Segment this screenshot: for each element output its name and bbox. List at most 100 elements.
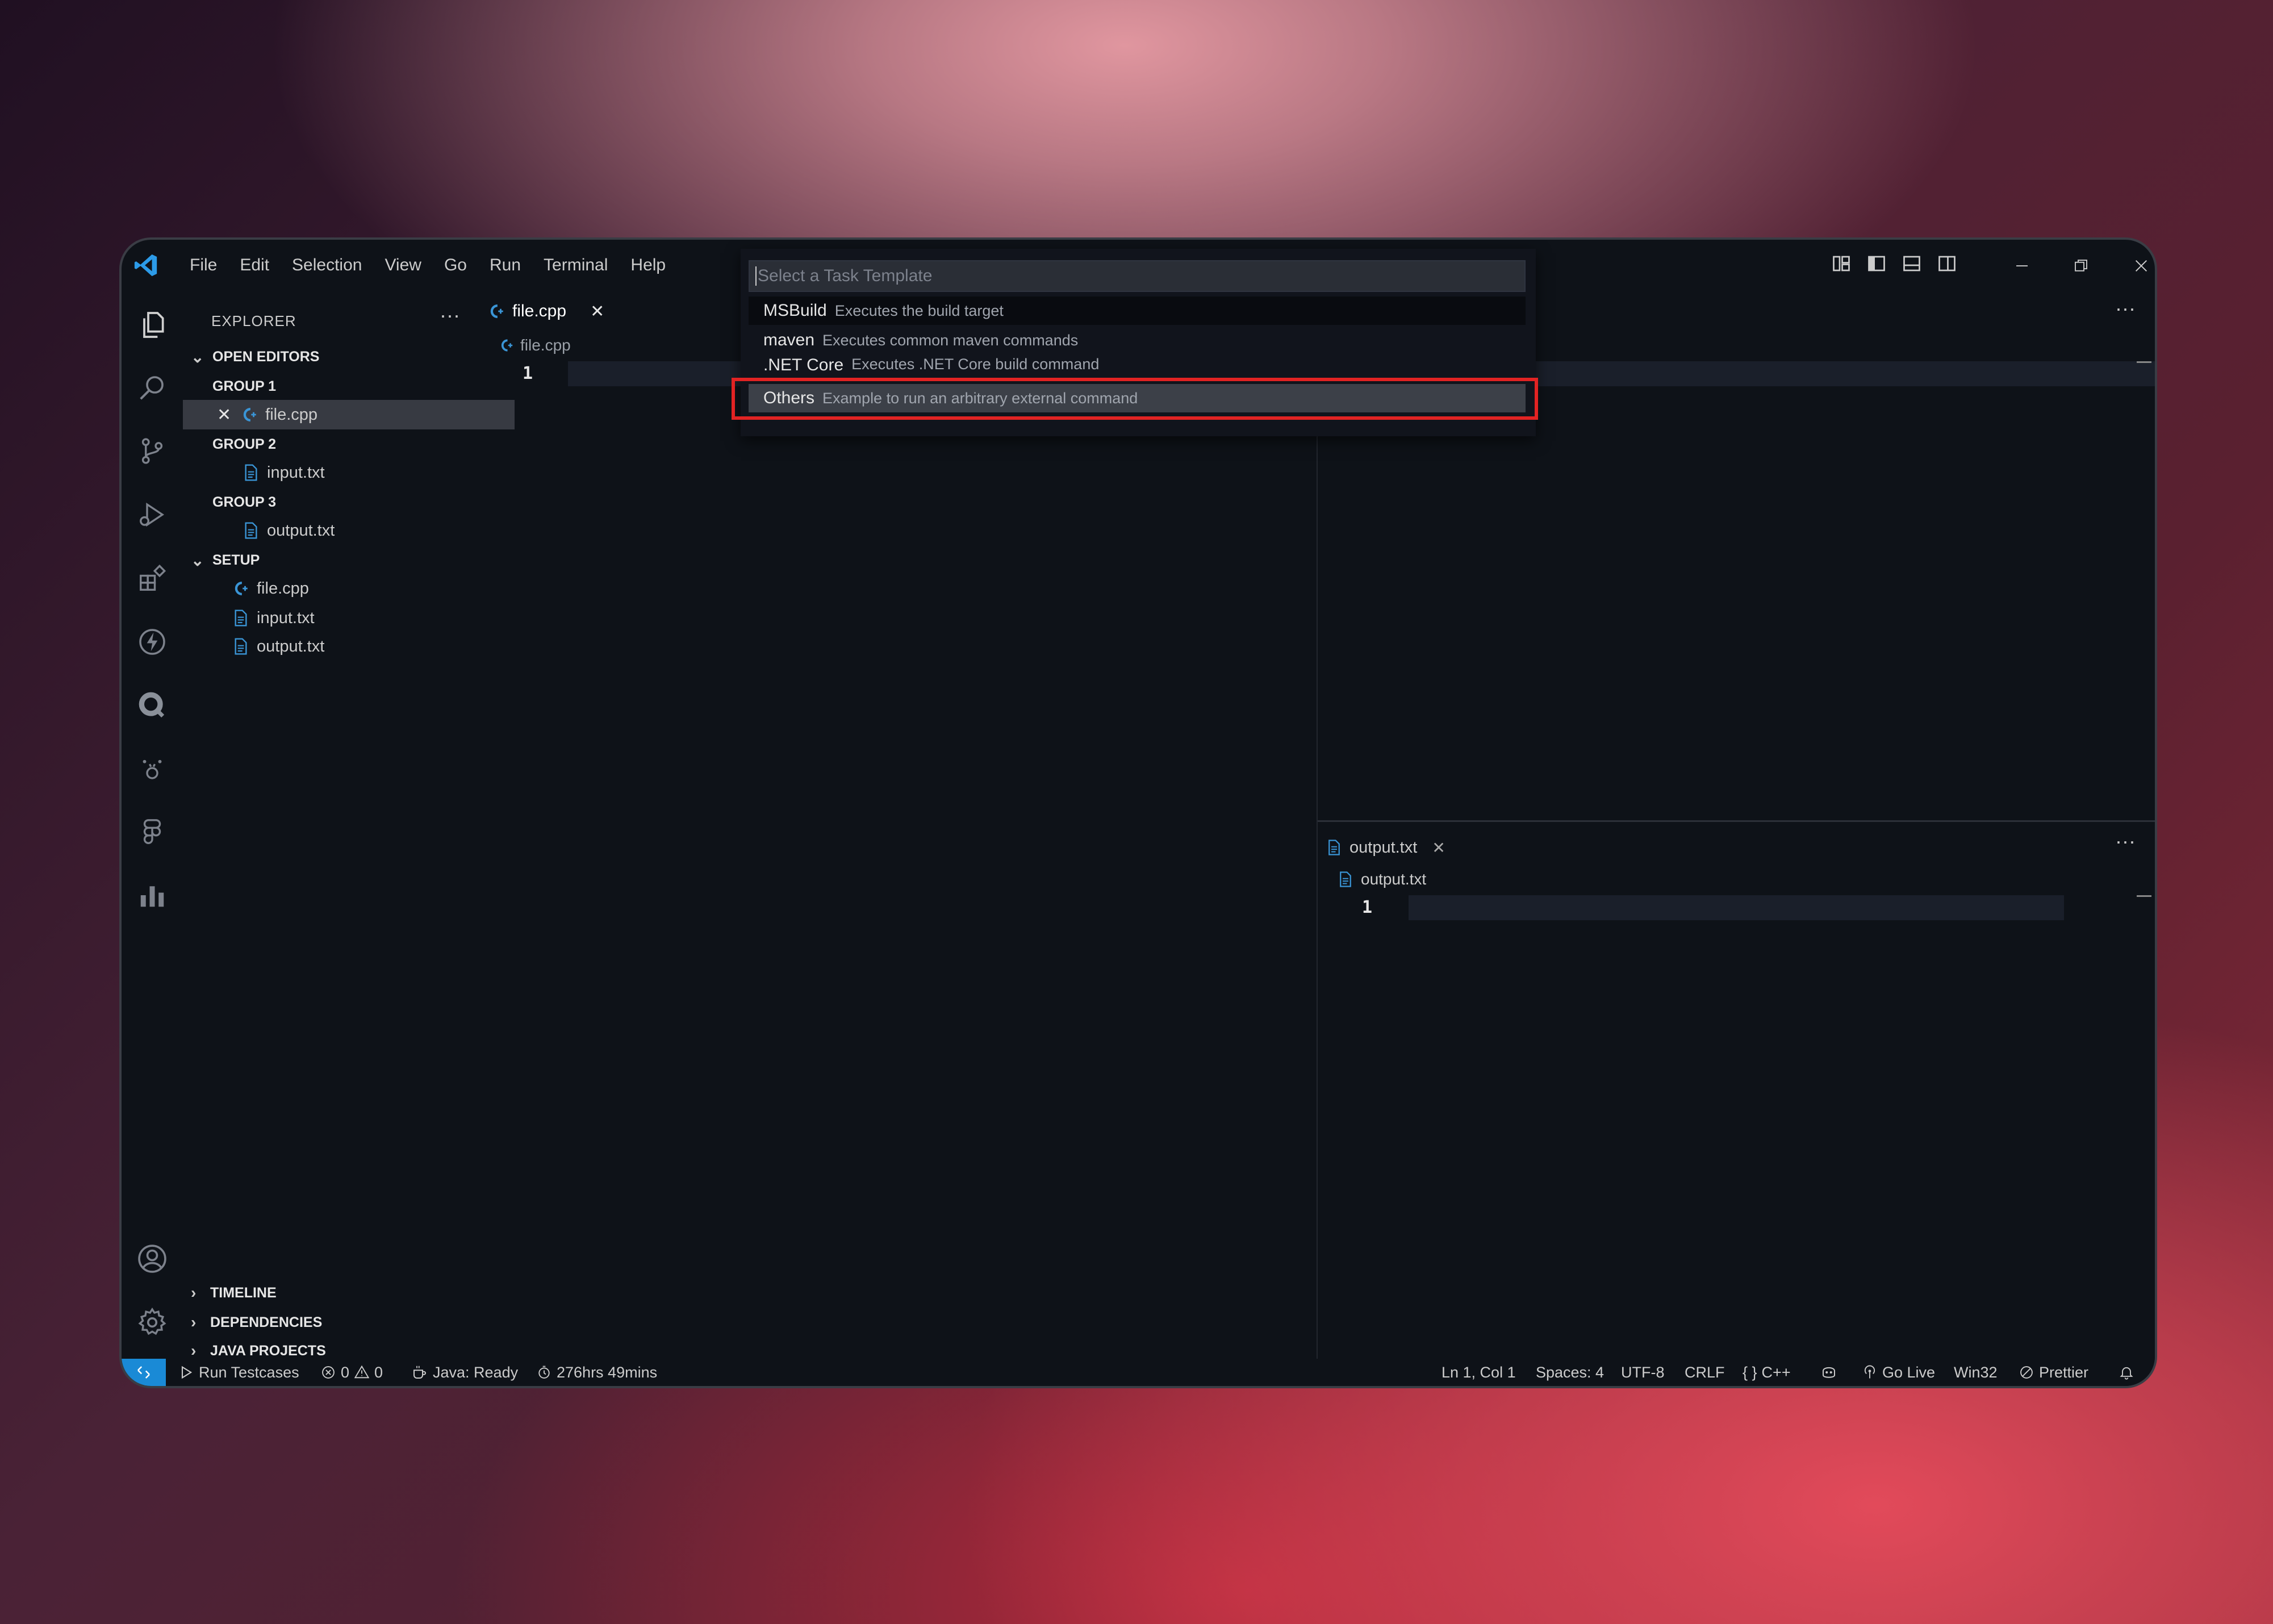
language-mode-item[interactable]: { } C++ — [1743, 1359, 1791, 1386]
open-editor-input-txt[interactable]: input.txt — [183, 458, 540, 487]
remote-icon — [137, 1366, 150, 1379]
charts-button[interactable] — [135, 878, 169, 912]
encoding-item[interactable]: UTF-8 — [1621, 1359, 1665, 1386]
java-status-item[interactable]: Java: Ready — [411, 1359, 518, 1386]
section-label: TIMELINE — [210, 1284, 277, 1301]
lightning-icon — [139, 629, 165, 655]
open-editor-output-txt[interactable]: output.txt — [183, 516, 540, 545]
remote-indicator[interactable] — [122, 1359, 166, 1386]
quick-pick-item-msbuild[interactable]: MSBuild Executes the build target — [749, 297, 1526, 325]
lightning-button[interactable] — [135, 625, 169, 659]
group-1-header[interactable]: GROUP 1 — [183, 371, 510, 401]
broadcast-icon — [1864, 1365, 1875, 1379]
folder-label: SETUP — [212, 552, 260, 568]
go-live-item[interactable]: Go Live — [1862, 1359, 1935, 1386]
timeline-section[interactable]: › TIMELINE — [183, 1278, 488, 1308]
eol-label: CRLF — [1685, 1363, 1725, 1381]
menu-file[interactable]: File — [178, 256, 228, 275]
current-line-highlight[interactable] — [1409, 895, 2064, 920]
group-2-header[interactable]: GROUP 2 — [183, 429, 510, 459]
indentation-item[interactable]: Spaces: 4 — [1536, 1359, 1604, 1386]
quick-pick-item-maven[interactable]: maven Executes common maven commands — [749, 326, 1526, 354]
platform-item[interactable]: Win32 — [1954, 1359, 1998, 1386]
close-editor-icon[interactable]: ✕ — [217, 405, 231, 425]
codeium-button[interactable] — [135, 688, 169, 723]
section-label: DEPENDENCIES — [210, 1314, 323, 1330]
item-description: Executes .NET Core build command — [851, 356, 1100, 373]
quick-pick-item-dotnet[interactable]: .NET Core Executes .NET Core build comma… — [749, 356, 1526, 373]
minimap-marker — [2137, 361, 2151, 363]
extensions-button[interactable] — [135, 561, 169, 595]
bell-icon — [2120, 1367, 2133, 1380]
breadcrumb: file.cpp — [498, 336, 571, 354]
problems-item[interactable]: 0 0 — [320, 1359, 383, 1386]
run-debug-button[interactable] — [135, 498, 169, 532]
cursor-position-item[interactable]: Ln 1, Col 1 — [1441, 1359, 1516, 1386]
menu-run[interactable]: Run — [478, 256, 532, 275]
prohibited-icon — [2020, 1366, 2033, 1379]
close-tab-icon[interactable]: ✕ — [1432, 838, 1445, 857]
time-tracker-label: 276hrs 49mins — [557, 1363, 658, 1381]
setup-file-input[interactable]: input.txt — [183, 603, 529, 633]
close-tab-icon[interactable]: ✕ — [590, 302, 604, 322]
testing-button[interactable] — [135, 751, 169, 785]
explorer-button[interactable] — [135, 308, 169, 342]
search-button[interactable] — [135, 370, 169, 404]
status-bar: Run Testcases 0 0 Java: Ready 276hrs 49m… — [122, 1359, 2155, 1386]
menu-edit[interactable]: Edit — [228, 256, 281, 275]
customize-layout-icon[interactable] — [1831, 253, 1852, 274]
menu-view[interactable]: View — [373, 256, 432, 275]
toggle-primary-sidebar-icon[interactable] — [1866, 253, 1887, 274]
menu-help[interactable]: Help — [619, 256, 677, 275]
restore-button[interactable] — [2064, 249, 2098, 283]
text-file-icon — [1328, 840, 1340, 855]
time-tracker-item[interactable]: 276hrs 49mins — [536, 1359, 657, 1386]
explorer-sidebar: EXPLORER ··· ⌄ OPEN EDITORS GROUP 1 ✕ fi… — [183, 291, 515, 1359]
open-editors-section[interactable]: ⌄ OPEN EDITORS — [183, 342, 488, 371]
menu-selection[interactable]: Selection — [281, 256, 373, 275]
setup-file-output[interactable]: output.txt — [183, 632, 529, 661]
breadcrumb-file[interactable]: file.cpp — [520, 336, 571, 354]
toggle-panel-icon[interactable] — [1902, 253, 1922, 274]
menu-terminal[interactable]: Terminal — [532, 256, 619, 275]
chevron-right-icon: › — [191, 1284, 197, 1301]
annotation-highlight-box — [732, 378, 1538, 420]
prettier-item[interactable]: Prettier — [2019, 1359, 2088, 1386]
quick-pick-input[interactable]: Select a Task Template — [749, 260, 1526, 292]
eol-item[interactable]: CRLF — [1685, 1359, 1725, 1386]
menu-go[interactable]: Go — [433, 256, 478, 275]
explorer-more-actions-icon[interactable]: ··· — [440, 303, 460, 327]
manage-button[interactable] — [135, 1305, 169, 1339]
tab-file-cpp[interactable]: file.cpp ✕ — [486, 291, 640, 332]
cursor-position-label: Ln 1, Col 1 — [1441, 1363, 1516, 1381]
language-label: C++ — [1761, 1363, 1791, 1381]
group-3-header[interactable]: GROUP 3 — [183, 487, 510, 517]
braces-icon: { } — [1743, 1363, 1757, 1381]
setup-folder[interactable]: ⌄ SETUP — [183, 545, 488, 575]
minimize-button[interactable] — [2005, 249, 2039, 283]
copilot-icon — [1823, 1367, 1835, 1378]
toggle-secondary-sidebar-icon[interactable] — [1937, 253, 1957, 274]
setup-file-cpp[interactable]: file.cpp — [183, 574, 528, 603]
accounts-button[interactable] — [135, 1242, 169, 1276]
figma-button[interactable] — [135, 815, 169, 849]
open-editor-file-cpp[interactable]: ✕ file.cpp — [183, 400, 515, 429]
bar-chart-icon — [140, 886, 164, 907]
copilot-item[interactable] — [1820, 1359, 1838, 1386]
file-label: output.txt — [257, 637, 325, 656]
notifications-item[interactable] — [2119, 1359, 2134, 1386]
source-control-button[interactable] — [135, 434, 169, 468]
tab-output-txt[interactable]: output.txt ✕ — [1326, 830, 1445, 865]
dependencies-section[interactable]: › DEPENDENCIES — [183, 1308, 488, 1337]
run-testcases-item[interactable]: Run Testcases — [178, 1359, 299, 1386]
close-window-button[interactable] — [2124, 249, 2155, 283]
quick-pick-placeholder: Select a Task Template — [758, 266, 933, 285]
breadcrumb-file[interactable]: output.txt — [1361, 870, 1426, 888]
editor-more-actions-icon[interactable]: ··· — [2115, 829, 2136, 853]
file-label: input.txt — [267, 463, 325, 482]
prettier-label: Prettier — [2039, 1363, 2089, 1381]
run-debug-icon — [140, 502, 165, 527]
cpp-file-icon — [235, 581, 248, 596]
editor-more-actions-icon[interactable]: ··· — [2115, 297, 2136, 320]
open-editors-label: OPEN EDITORS — [212, 348, 320, 365]
